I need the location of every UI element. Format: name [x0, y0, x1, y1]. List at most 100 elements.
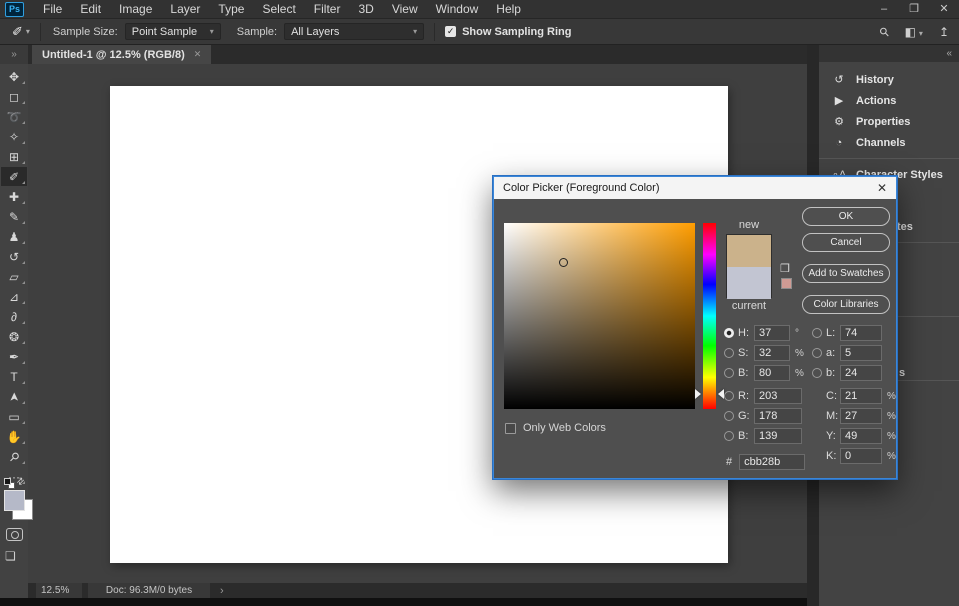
input-r[interactable]	[754, 388, 802, 404]
clone-stamp-tool[interactable]: ♟	[1, 227, 27, 246]
eyedropper-preset-icon[interactable]: ✐	[12, 24, 23, 40]
search-icon[interactable]: ⚲	[876, 24, 892, 40]
paint-bucket-tool-icon: ⊿	[8, 289, 20, 304]
input-h[interactable]	[754, 325, 790, 341]
rectangular-marquee-tool[interactable]: ◻	[1, 87, 27, 106]
menu-window[interactable]: Window	[427, 0, 488, 18]
current-color-swatch[interactable]	[727, 267, 771, 299]
dialog-title-bar[interactable]: Color Picker (Foreground Color) ✕	[494, 177, 896, 199]
type-tool-icon: T	[10, 369, 18, 384]
web-color-warning-cube-icon[interactable]: ❒	[780, 262, 790, 275]
panel-item-channels[interactable]: ◔ Channels	[819, 132, 959, 153]
web-safe-color-swatch[interactable]	[781, 278, 792, 289]
sample-dropdown[interactable]: All Layers ▾	[284, 23, 425, 40]
menu-3d[interactable]: 3D	[349, 0, 382, 18]
radio-l[interactable]	[812, 328, 822, 338]
radio-b2[interactable]	[724, 431, 734, 441]
path-selection-tool[interactable]: ➤	[1, 387, 27, 406]
eyedropper-tool[interactable]: ✐	[1, 167, 27, 186]
minimize-button[interactable]: –	[869, 0, 899, 19]
menu-file[interactable]: File	[34, 0, 71, 18]
sample-size-dropdown[interactable]: Point Sample ▾	[124, 23, 221, 40]
quick-selection-tool[interactable]: ✧	[1, 127, 27, 146]
ok-button[interactable]: OK	[802, 207, 890, 226]
saturation-brightness-field[interactable]	[504, 223, 695, 409]
menu-layer[interactable]: Layer	[161, 0, 209, 18]
hsb-rgb-fields: H:°S:%B:%R:G:B:	[724, 325, 817, 448]
radio-a[interactable]	[812, 348, 822, 358]
tab-bar: Untitled-1 @ 12.5% (RGB/8) ✕	[28, 45, 807, 64]
unit-y: %	[887, 430, 896, 442]
screen-mode-button[interactable]: ❏	[5, 549, 16, 563]
lasso-tool[interactable]: ➰	[1, 107, 27, 126]
input-y[interactable]	[840, 428, 882, 444]
radio-g[interactable]	[724, 411, 734, 421]
input-a[interactable]	[840, 345, 882, 361]
add-to-swatches-button[interactable]: Add to Swatches	[802, 264, 890, 283]
eraser-tool[interactable]: ▱	[1, 267, 27, 286]
radio-b[interactable]	[724, 368, 734, 378]
input-g[interactable]	[754, 408, 802, 424]
panel-collapse-icon[interactable]: «	[946, 45, 952, 62]
menu-filter[interactable]: Filter	[305, 0, 350, 18]
doc-size-indicator[interactable]: Doc: 96.3M/0 bytes	[88, 583, 210, 598]
spot-healing-brush-tool[interactable]: ✚	[1, 187, 27, 206]
dodge-tool[interactable]: ❂	[1, 327, 27, 346]
foreground-color-swatch[interactable]	[4, 490, 25, 511]
radio-lab-b[interactable]	[812, 368, 822, 378]
input-l[interactable]	[840, 325, 882, 341]
hand-tool[interactable]: ✋	[1, 427, 27, 446]
history-brush-tool[interactable]: ↺	[1, 247, 27, 266]
document-tab[interactable]: Untitled-1 @ 12.5% (RGB/8) ✕	[32, 45, 212, 64]
chevron-down-icon: ▾	[413, 27, 418, 36]
paint-bucket-tool[interactable]: ⊿	[1, 287, 27, 306]
toolbar-collapse[interactable]: »	[0, 45, 28, 64]
zoom-tool[interactable]: ⚲	[1, 447, 27, 466]
type-tool[interactable]: T	[1, 367, 27, 386]
zoom-level-field[interactable]: 12.5%	[36, 583, 82, 598]
hex-input[interactable]	[739, 454, 806, 470]
input-m[interactable]	[840, 408, 882, 424]
dialog-title: Color Picker (Foreground Color)	[503, 182, 660, 194]
chevron-down-icon[interactable]: ▾	[26, 27, 30, 36]
close-button[interactable]: ✕	[929, 0, 959, 19]
status-options-chevron[interactable]: ›	[220, 585, 224, 597]
move-tool[interactable]: ✥	[1, 67, 27, 86]
color-libraries-button[interactable]: Color Libraries	[802, 295, 890, 314]
dialog-close-icon[interactable]: ✕	[877, 181, 887, 195]
color-field-marker[interactable]	[559, 258, 568, 267]
share-icon[interactable]: ↥	[939, 25, 949, 39]
menu-help[interactable]: Help	[487, 0, 530, 18]
input-k[interactable]	[840, 448, 882, 464]
menu-select[interactable]: Select	[253, 0, 304, 18]
quick-mask-button[interactable]	[6, 528, 23, 541]
panel-item-actions[interactable]: ▶ Actions	[819, 90, 959, 111]
input-lab-b[interactable]	[840, 365, 882, 381]
show-sampling-ring-checkbox[interactable]: ✓	[445, 26, 457, 37]
input-b[interactable]	[754, 365, 790, 381]
crop-tool[interactable]: ⊞	[1, 147, 27, 166]
hue-slider[interactable]	[703, 223, 716, 409]
radio-s[interactable]	[724, 348, 734, 358]
input-s[interactable]	[754, 345, 790, 361]
menu-image[interactable]: Image	[110, 0, 161, 18]
menu-edit[interactable]: Edit	[71, 0, 110, 18]
input-b2[interactable]	[754, 428, 802, 444]
only-web-colors-checkbox[interactable]	[505, 422, 516, 434]
smudge-tool[interactable]: ∂	[1, 307, 27, 326]
menu-type[interactable]: Type	[209, 0, 253, 18]
panel-item-history[interactable]: ↺ History	[819, 69, 959, 90]
input-c[interactable]	[840, 388, 882, 404]
tab-close-icon[interactable]: ✕	[194, 49, 202, 60]
workspace-icon[interactable]: ◧ ▾	[905, 25, 923, 39]
cancel-button[interactable]: Cancel	[802, 233, 890, 252]
radio-r[interactable]	[724, 391, 734, 401]
rectangle-tool[interactable]: ▭	[1, 407, 27, 426]
radio-h[interactable]	[724, 328, 734, 338]
menu-view[interactable]: View	[383, 0, 427, 18]
pen-tool[interactable]: ✒	[1, 347, 27, 366]
hue-slider-pointer-left[interactable]	[695, 389, 701, 399]
panel-item-properties[interactable]: ⚙ Properties	[819, 111, 959, 132]
restore-button[interactable]: ❐	[899, 0, 929, 19]
brush-tool[interactable]: ✎	[1, 207, 27, 226]
